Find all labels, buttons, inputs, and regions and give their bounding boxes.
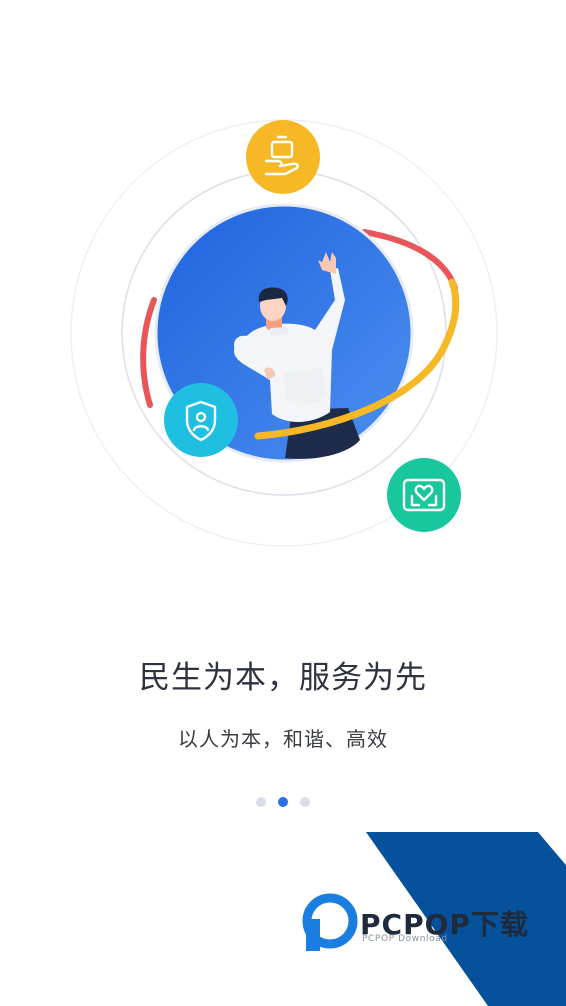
shield-user-icon: [164, 383, 238, 457]
page-indicator: [0, 797, 566, 807]
hand-holding-box-icon: [246, 120, 320, 194]
page-indicator-dot-3[interactable]: [300, 797, 310, 807]
page-subtitle: 以人为本，和谐、高效: [178, 727, 388, 751]
heart-care-card-icon: [387, 458, 461, 532]
pcpop-logo-icon: [302, 893, 358, 951]
page-indicator-dot-1[interactable]: [256, 797, 266, 807]
watermark-tagline: PCPOP Download: [362, 934, 448, 944]
page-title: 民生为本，服务为先: [139, 660, 427, 696]
page-indicator-dot-2-active[interactable]: [278, 797, 288, 807]
red-orbit-arc: [140, 297, 157, 408]
onboarding-illustration: [70, 119, 498, 547]
